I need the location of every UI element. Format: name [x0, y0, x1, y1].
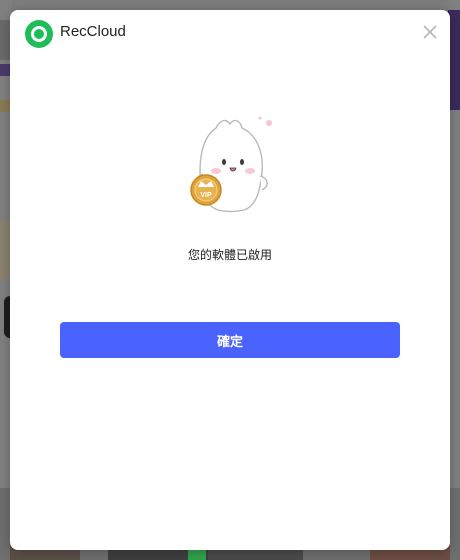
confirm-button[interactable]: 確定: [60, 322, 400, 358]
activation-dialog: RecCloud VIP 您的軟體已啟用 確定: [10, 10, 450, 550]
dialog-header: RecCloud: [10, 10, 450, 56]
app-title: RecCloud: [60, 23, 126, 40]
mascot-illustration: VIP: [190, 116, 272, 213]
reccloud-logo-icon: [25, 20, 53, 48]
close-button[interactable]: [422, 24, 438, 40]
close-icon: [423, 25, 437, 39]
vip-badge-label: VIP: [200, 192, 212, 199]
activation-message: 您的軟體已啟用: [187, 248, 272, 262]
